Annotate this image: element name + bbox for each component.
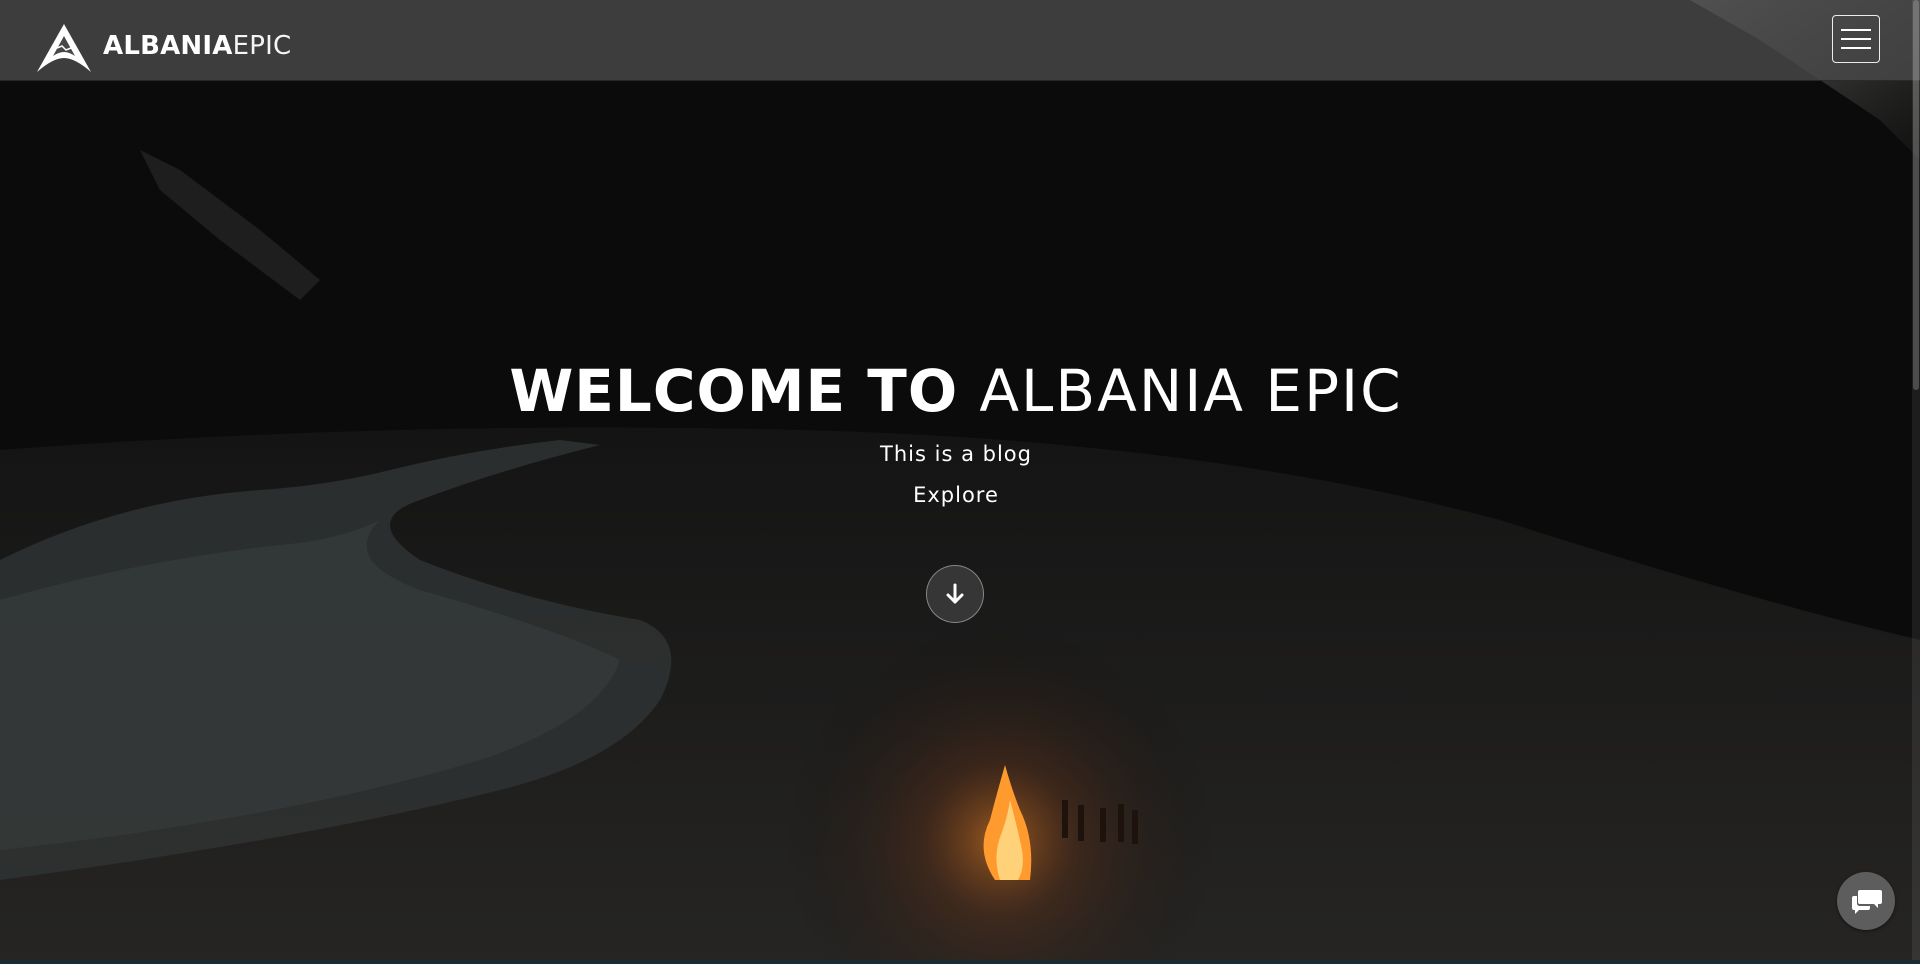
site-header: ALBANIAEPIC xyxy=(0,0,1920,81)
page: ALBANIAEPIC WELCOME TO ALBANIA EPIC This… xyxy=(0,0,1920,964)
chat-button[interactable] xyxy=(1837,872,1895,930)
explore-link[interactable]: Explore xyxy=(913,480,999,510)
brand-name-bold: ALBANIA xyxy=(103,31,233,61)
hamburger-line xyxy=(1841,38,1871,40)
scroll-down-button[interactable] xyxy=(926,565,984,623)
mountain-logo-icon xyxy=(37,24,91,72)
brand-logo-link[interactable]: ALBANIAEPIC xyxy=(35,22,291,74)
hero-title: WELCOME TO ALBANIA EPIC xyxy=(0,355,1912,427)
hero-title-bold: WELCOME TO xyxy=(509,357,959,425)
brand-name: ALBANIAEPIC xyxy=(103,33,291,59)
hero-title-light: ALBANIA EPIC xyxy=(979,357,1403,425)
chat-bubbles-icon xyxy=(1852,890,1882,914)
hamburger-menu-button[interactable] xyxy=(1832,15,1880,63)
bottom-edge-strip xyxy=(0,960,1920,964)
brand-name-light: EPIC xyxy=(232,31,292,61)
hamburger-line xyxy=(1841,47,1871,49)
arrow-down-icon xyxy=(946,583,964,604)
hamburger-menu-icon xyxy=(1841,29,1871,31)
page-scrollbar[interactable] xyxy=(1912,0,1920,964)
hero-subtitle: This is a blog xyxy=(880,442,1032,466)
scrollbar-thumb[interactable] xyxy=(1913,0,1919,390)
hero-content: WELCOME TO ALBANIA EPIC This is a blog E… xyxy=(0,355,1912,510)
